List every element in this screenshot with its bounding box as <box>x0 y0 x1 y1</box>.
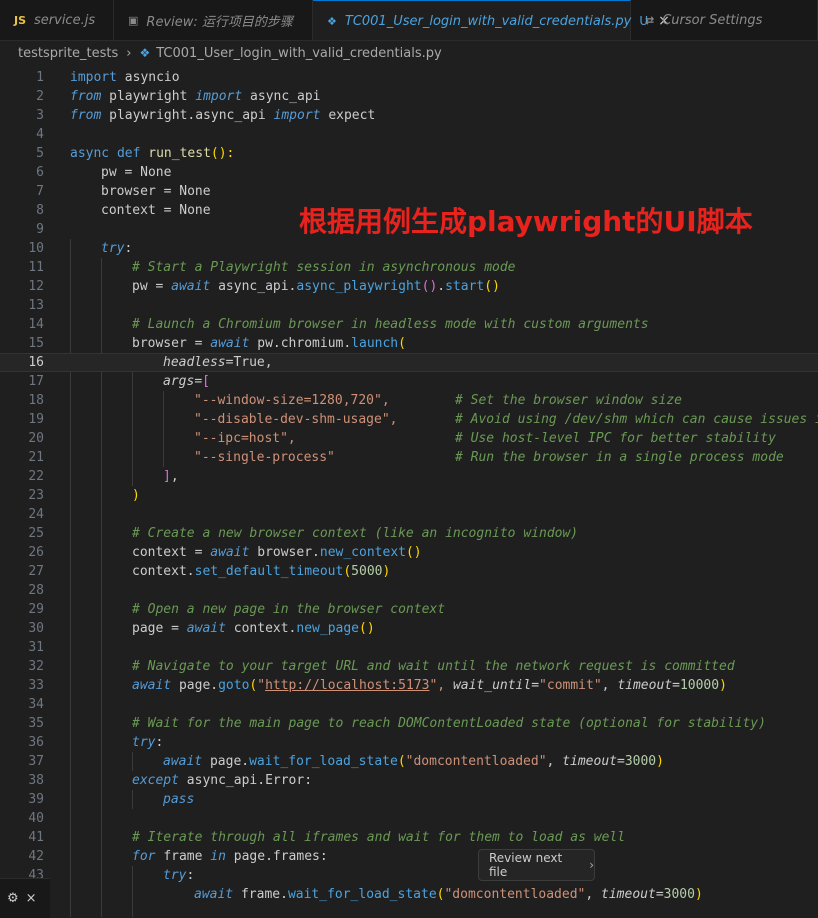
javascript-file-icon: JS <box>14 13 27 27</box>
code-line: 12 pw = await async_api.async_playwright(… <box>28 279 500 294</box>
code-editor[interactable]: 1 import asyncio 2 from playwright import … <box>0 68 818 917</box>
code-line: 7 browser = None <box>36 184 211 199</box>
tab-cursor-settings[interactable]: ⇄ Cursor Settings <box>631 0 818 40</box>
code-line: 13 <box>28 298 44 313</box>
code-line: 40 <box>28 811 44 826</box>
tab-tc001-py[interactable]: ❖ TC001_User_login_with_valid_credential… <box>313 0 670 40</box>
code-line: 27 context.set_default_timeout(5000) <box>28 564 391 579</box>
code-line: 39 pass <box>28 792 195 807</box>
python-file-icon: ❖ <box>327 14 337 28</box>
code-line: 14 # Launch a Chromium browser in headles… <box>28 317 649 332</box>
code-line: 29 # Open a new page in the browser conte… <box>28 602 446 617</box>
review-next-file-button[interactable]: Review next file › <box>478 849 595 881</box>
code-line-current: 16 headless=True, <box>0 353 818 372</box>
code-line: 18 "--window-size=1280,720", # Set the bro… <box>28 393 682 408</box>
code-line: 1 import asyncio <box>36 70 180 85</box>
tab-label: service.js <box>34 12 96 28</box>
code-line: 34 <box>28 697 44 712</box>
code-line: 10 try: <box>28 241 133 256</box>
tab-review[interactable]: ▣ Review: 运行项目的步骤 <box>114 0 313 40</box>
code-line: 25 # Create a new browser context (like a… <box>28 526 579 541</box>
breadcrumb-file[interactable]: TC001_User_login_with_valid_credentials.… <box>156 46 441 61</box>
tab-label: Cursor Settings <box>662 12 763 28</box>
code-line: 19 "--disable-dev-shm-usage", # Avoid usin… <box>28 412 818 427</box>
code-line: 26 context = await browser.new_context() <box>28 545 422 560</box>
breadcrumb-folder[interactable]: testsprite_tests <box>18 46 118 61</box>
code-line: 31 <box>28 640 44 655</box>
code-line: 32 # Navigate to your target URL and wait… <box>28 659 735 674</box>
code-line: 33 await page.goto("http://localhost:5173… <box>28 678 727 693</box>
code-line: 43 try: <box>28 868 195 883</box>
code-line: 5 async def run_test(): <box>36 146 235 161</box>
preview-icon: ▣ <box>128 13 139 27</box>
code-line: 36 try: <box>28 735 164 750</box>
settings-icon: ⇄ <box>645 13 655 27</box>
code-line: 24 <box>28 507 44 522</box>
close-icon[interactable]: × <box>26 891 37 906</box>
code-line: 37 await page.wait_for_load_state("domcon… <box>28 754 664 769</box>
breadcrumb: testsprite_tests › ❖ TC001_User_login_wi… <box>0 40 818 66</box>
code-line: 2 from playwright import async_api <box>36 89 321 104</box>
tab-label: TC001_User_login_with_valid_credentials.… <box>344 13 632 29</box>
tab-service-js[interactable]: JS service.js <box>0 0 114 40</box>
code-line: 6 pw = None <box>36 165 172 180</box>
code-line: 41 # Iterate through all iframes and wait… <box>28 830 626 845</box>
tab-label: Review: 运行项目的步骤 <box>146 14 293 30</box>
chevron-right-icon: › <box>589 858 594 872</box>
code-line: 4 <box>36 127 44 142</box>
code-line: 11 # Start a Playwright session in asynch… <box>28 260 516 275</box>
code-line: 17 args=[ <box>28 374 210 389</box>
tab-bar: JS service.js ▣ Review: 运行项目的步骤 ❖ TC001_… <box>0 0 818 41</box>
annotation-title: 根据用例生成playwright的UI脚本 <box>299 205 753 238</box>
review-next-file-label: Review next file <box>489 851 563 879</box>
code-line: 22], <box>28 469 179 484</box>
python-file-icon: ❖ <box>139 46 151 60</box>
code-line: 21 "--single-process" # Run the browser in… <box>28 450 784 465</box>
code-line: await frame.wait_for_load_state("domcont… <box>194 887 703 902</box>
code-line: 20 "--ipc=host", # Use host-level IPC for … <box>28 431 776 446</box>
gear-icon[interactable]: ⚙ <box>7 891 19 906</box>
code-line: 30 page = await context.new_page() <box>28 621 375 636</box>
code-line: 15 browser = await pw.chromium.launch( <box>28 336 406 351</box>
panel-controls: ⚙ × <box>0 878 50 918</box>
chevron-right-icon: › <box>126 45 132 61</box>
code-line: 23) <box>28 488 140 503</box>
code-line: 28 <box>28 583 44 598</box>
code-line: 42 for frame in page.frames: <box>28 849 328 864</box>
code-line: 3 from playwright.async_api import expect <box>36 108 376 123</box>
code-line: 38 except async_api.Error: <box>28 773 313 788</box>
code-line: 35 # Wait for the main page to reach DOMC… <box>28 716 766 731</box>
